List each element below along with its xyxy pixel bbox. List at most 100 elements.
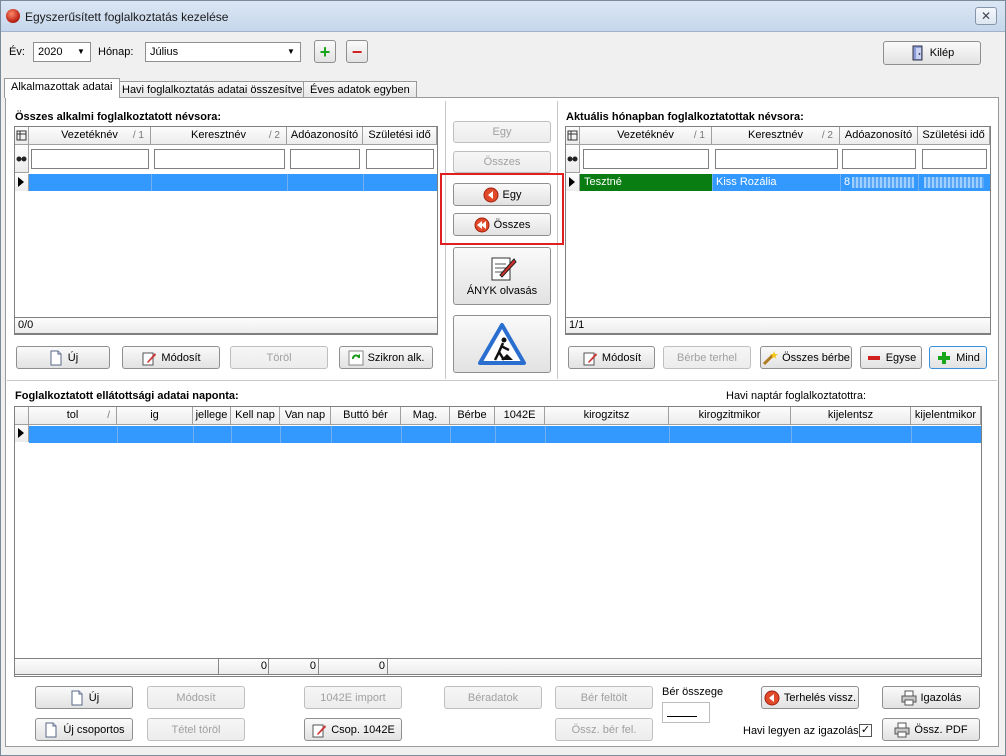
wage-upload-button[interactable]: Bér feltölt — [555, 686, 653, 709]
sync-button[interactable]: Szikron alk. — [339, 346, 433, 369]
row-pointer-icon — [566, 174, 580, 191]
right-panel-title: Aktuális hónapban foglalkoztatottak névs… — [566, 111, 804, 123]
all-employees-grid[interactable]: Vezetéknév/ 1 Keresztnév/ 2 Adóazonosító… — [14, 126, 438, 335]
month-select[interactable]: Július ▼ — [145, 42, 301, 62]
minus-icon — [866, 350, 882, 366]
column-header-berbe[interactable]: Bérbe — [450, 407, 495, 425]
door-exit-icon — [910, 45, 926, 61]
delete-item-button[interactable]: Tétel töröl — [147, 718, 245, 741]
column-header-kijelentmikor[interactable]: kijelentmikor — [911, 407, 981, 425]
column-header-first-name[interactable]: Keresztnév/ 2 — [712, 127, 840, 145]
column-header-kirogzitsz[interactable]: kirogzitsz — [545, 407, 669, 425]
grid-menu-icon[interactable] — [15, 127, 29, 145]
tab-employees[interactable]: Alkalmazottak adatai — [4, 78, 120, 98]
filter-first-name-input[interactable] — [154, 149, 285, 169]
modify-monthly-button[interactable]: Módosít — [568, 346, 655, 369]
new-group-button[interactable]: Új csoportos — [35, 718, 133, 741]
anyk-read-button[interactable]: ÁNYK olvasás — [453, 247, 551, 305]
filter-tax-id-input[interactable] — [290, 149, 360, 169]
remove-month-button[interactable]: − — [346, 40, 368, 63]
table-row[interactable] — [29, 174, 437, 191]
add-month-button[interactable]: + — [314, 40, 336, 63]
lend-label: Bérbe terhel — [677, 351, 737, 364]
monthly-cert-checkbox[interactable]: ✓ — [859, 724, 872, 737]
anyk-read-label: ÁNYK olvasás — [466, 285, 538, 297]
modify-entry-button[interactable]: Módosít — [147, 686, 245, 709]
column-header-kirogzitmikor[interactable]: kirogzitmikor — [669, 407, 791, 425]
close-button[interactable]: ✕ — [975, 7, 997, 25]
column-header-birth-date[interactable]: Születési idő — [363, 127, 437, 145]
sum-pdf-label: Össz. PDF — [914, 723, 968, 736]
column-header-jellege[interactable]: jellege — [193, 407, 231, 425]
filter-birth-date-input[interactable] — [922, 149, 987, 169]
exit-button[interactable]: Kilép — [883, 41, 981, 65]
column-header-van-nap[interactable]: Van nap — [280, 407, 331, 425]
sum-wage-button[interactable]: Össz. bér fel. — [555, 718, 653, 741]
divider — [7, 380, 997, 381]
sum-pdf-button[interactable]: Össz. PDF — [882, 718, 980, 741]
window-title: Egyszerűsített foglalkoztatás kezelése — [25, 10, 229, 24]
left-panel-title: Összes alkalmi foglalkoztatott névsora: — [15, 111, 222, 123]
column-header-1042e[interactable]: 1042E — [495, 407, 545, 425]
tab-employees-label: Alkalmazottak adatai — [11, 81, 113, 93]
filter-last-name-input[interactable] — [583, 149, 709, 169]
move-one-right-button[interactable]: Egy — [453, 121, 551, 143]
total-kell-nap: 0 — [260, 660, 267, 672]
group-1042e-button[interactable]: Csop. 1042E — [304, 718, 402, 741]
table-row[interactable]: Tesztné Kiss Rozália 8 — [580, 174, 990, 191]
new-employee-button[interactable]: Új — [16, 346, 110, 369]
move-all-right-button[interactable]: Összes — [453, 151, 551, 173]
import-1042e-button[interactable]: 1042E import — [304, 686, 402, 709]
column-header-tol[interactable]: tol / — [29, 407, 117, 425]
wage-data-button[interactable]: Béradatok — [444, 686, 542, 709]
all-button[interactable]: Mind — [929, 346, 987, 369]
delete-employee-button[interactable]: Töröl — [230, 346, 328, 369]
construction-button[interactable] — [453, 315, 551, 373]
filter-tax-id-input[interactable] — [842, 149, 916, 169]
single-button[interactable]: Egyse — [860, 346, 922, 369]
load-back-button[interactable]: Terhelés vissz. — [761, 686, 859, 709]
filter-first-name-input[interactable] — [715, 149, 838, 169]
chevron-down-icon: ▼ — [287, 47, 295, 56]
all-label: Mind — [956, 351, 980, 364]
column-header-first-name[interactable]: Keresztnév/ 2 — [151, 127, 287, 145]
magic-wand-icon — [762, 350, 779, 366]
lend-button[interactable]: Bérbe terhel — [663, 346, 751, 369]
column-header-kijelentsz[interactable]: kijelentsz — [791, 407, 911, 425]
column-header-kell-nap[interactable]: Kell nap — [231, 407, 280, 425]
table-row[interactable] — [29, 426, 981, 443]
grid-menu-icon[interactable] — [566, 127, 580, 145]
highlight-frame — [440, 173, 564, 245]
row-pointer-icon — [15, 174, 29, 191]
road-work-sign-icon — [477, 322, 527, 366]
app-icon — [6, 9, 20, 23]
column-header-brutto-ber[interactable]: Buttó bér — [331, 407, 401, 425]
column-header-last-name[interactable]: Vezetéknév/ 1 — [29, 127, 151, 145]
wage-total-field[interactable] — [662, 702, 710, 723]
column-header-ig[interactable]: ig — [117, 407, 193, 425]
minus-icon: − — [351, 41, 363, 62]
new-document-icon — [43, 722, 59, 738]
move-one-right-label: Egy — [492, 126, 512, 138]
daily-totals-bar: 0 0 0 — [14, 658, 982, 675]
month-value: Július — [150, 46, 179, 58]
modify-employee-button[interactable]: Módosít — [122, 346, 220, 369]
column-header-mag[interactable]: Mag. — [401, 407, 450, 425]
filter-birth-date-input[interactable] — [366, 149, 434, 169]
certificate-button[interactable]: Igazolás — [882, 686, 980, 709]
year-select[interactable]: 2020 ▼ — [33, 42, 91, 62]
new-employee-label: Új — [67, 351, 79, 364]
column-header-tax-id[interactable]: Adóazonosító — [840, 127, 918, 145]
column-header-birth-date[interactable]: Születési idő — [918, 127, 990, 145]
column-header-tax-id[interactable]: Adóazonosító — [287, 127, 363, 145]
new-entry-button[interactable]: Új — [35, 686, 133, 709]
column-header-last-name[interactable]: Vezetéknév/ 1 — [580, 127, 712, 145]
row-pointer-icon — [15, 425, 29, 442]
main-window: Egyszerűsített foglalkoztatás kezelése ✕… — [0, 0, 1006, 756]
new-group-label: Új csoportos — [63, 723, 125, 736]
all-lend-button[interactable]: Összes bérbe — [760, 346, 852, 369]
daily-data-grid[interactable]: tol / ig jellege Kell nap Van nap Buttó b… — [14, 406, 982, 677]
filter-last-name-input[interactable] — [31, 149, 149, 169]
row-tax-id: 8 — [844, 176, 851, 188]
monthly-employees-grid[interactable]: Vezetéknév/ 1 Keresztnév/ 2 Adóazonosító… — [565, 126, 991, 335]
